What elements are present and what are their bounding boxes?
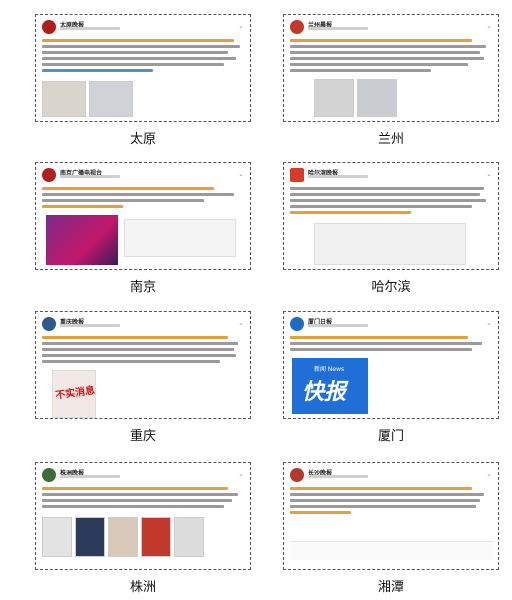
post-images[interactable] bbox=[42, 81, 133, 117]
account-avatar[interactable] bbox=[42, 317, 56, 331]
post-meta bbox=[60, 475, 120, 478]
city-caption: 太原 bbox=[129, 132, 156, 147]
chevron-down-icon[interactable]: ⌄ bbox=[486, 319, 492, 327]
chevron-down-icon[interactable]: ⌄ bbox=[238, 319, 244, 327]
account-avatar[interactable] bbox=[290, 168, 304, 182]
weibo-post-harbin[interactable]: 哈尔滨晚报 ⌄ bbox=[283, 162, 499, 270]
city-caption: 厦门 bbox=[377, 429, 404, 444]
post-meta bbox=[60, 324, 120, 327]
post-images[interactable] bbox=[314, 79, 397, 117]
chevron-down-icon[interactable]: ⌄ bbox=[486, 470, 492, 478]
weibo-post-chongqing[interactable]: 重庆晚报 ⌄ 不实消息 bbox=[35, 311, 251, 419]
city-caption: 重庆 bbox=[129, 429, 156, 444]
account-avatar[interactable] bbox=[290, 317, 304, 331]
account-avatar[interactable] bbox=[42, 468, 56, 482]
post-meta bbox=[308, 175, 368, 178]
news-badge-main: 快报 bbox=[302, 380, 347, 405]
post-body bbox=[42, 336, 244, 366]
account-avatar[interactable] bbox=[290, 20, 304, 34]
post-body bbox=[290, 487, 492, 517]
post-body bbox=[290, 39, 492, 75]
post-images[interactable] bbox=[42, 517, 204, 557]
chevron-down-icon[interactable]: ⌄ bbox=[486, 22, 492, 30]
post-meta bbox=[60, 27, 120, 30]
weibo-post-nanjing[interactable]: 南京广播电视台 ⌄ bbox=[35, 162, 251, 270]
weibo-screenshot-grid: 太原晚报 ⌄ 太原 兰州晨报 ⌄ 兰州 南京广播电视台 ⌄ 南京 哈尔滨晚报 ⌄… bbox=[0, 0, 512, 600]
chevron-down-icon[interactable]: ⌄ bbox=[238, 22, 244, 30]
post-body bbox=[42, 39, 244, 75]
post-card[interactable] bbox=[124, 219, 236, 257]
comment-bar[interactable] bbox=[290, 541, 494, 560]
post-body bbox=[290, 187, 492, 217]
weibo-post-xiangtan[interactable]: 长沙晚报 ⌄ bbox=[283, 462, 499, 570]
news-flash-image[interactable]: 新闻 News 快报 bbox=[292, 358, 368, 414]
post-meta bbox=[60, 175, 120, 178]
post-meta bbox=[308, 27, 368, 30]
weibo-post-xiamen[interactable]: 厦门日报 ⌄ 新闻 News 快报 bbox=[283, 311, 499, 419]
post-body bbox=[290, 336, 492, 354]
post-image[interactable] bbox=[46, 215, 118, 265]
weibo-post-zhuzhou[interactable]: 株洲晚报 ⌄ bbox=[35, 462, 251, 570]
post-meta bbox=[308, 324, 368, 327]
weibo-post-lanzhou[interactable]: 兰州晨报 ⌄ bbox=[283, 14, 499, 122]
news-badge-top: 新闻 News bbox=[314, 366, 345, 373]
account-avatar[interactable] bbox=[42, 20, 56, 34]
account-avatar[interactable] bbox=[290, 468, 304, 482]
chevron-down-icon[interactable]: ⌄ bbox=[238, 170, 244, 178]
weibo-post-taiyuan[interactable]: 太原晚报 ⌄ bbox=[35, 14, 251, 122]
post-body bbox=[42, 487, 244, 511]
city-caption: 湘潭 bbox=[377, 580, 404, 595]
city-caption: 南京 bbox=[129, 280, 156, 295]
chevron-down-icon[interactable]: ⌄ bbox=[238, 470, 244, 478]
city-caption: 株洲 bbox=[129, 580, 156, 595]
post-body bbox=[42, 187, 244, 211]
chevron-down-icon[interactable]: ⌄ bbox=[486, 170, 492, 178]
city-caption: 兰州 bbox=[377, 132, 404, 147]
post-meta bbox=[308, 475, 368, 478]
city-caption: 哈尔滨 bbox=[371, 280, 411, 295]
account-avatar[interactable] bbox=[42, 168, 56, 182]
post-card[interactable] bbox=[314, 223, 466, 265]
